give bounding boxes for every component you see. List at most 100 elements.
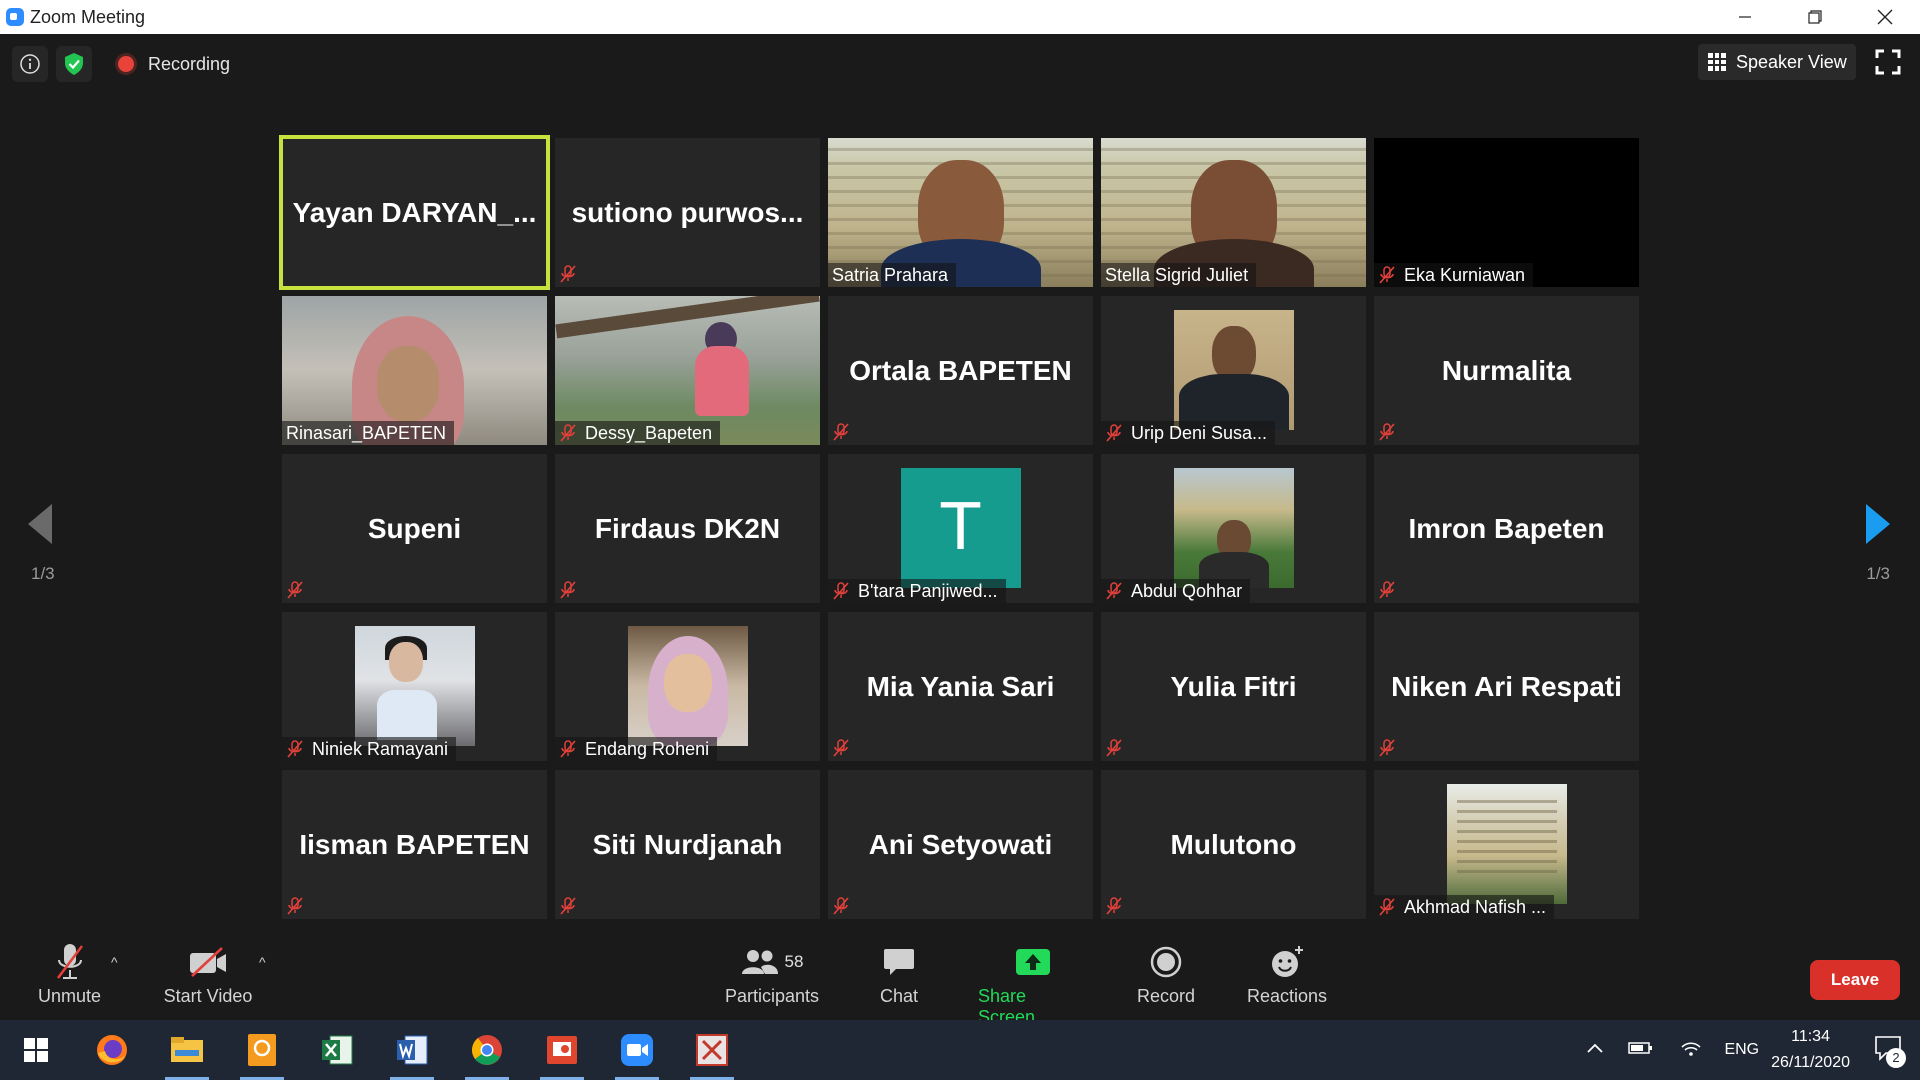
participant-tile-urip-deni-susa[interactable]: Urip Deni Susa... xyxy=(1101,296,1366,445)
participant-tile-ani-setyowati[interactable]: Ani Setyowati xyxy=(828,770,1093,919)
audio-options-caret-icon[interactable]: ^ xyxy=(111,954,118,970)
page-indicator-right: 1/3 xyxy=(1866,564,1890,583)
taskbar-word[interactable] xyxy=(390,1028,434,1080)
leave-meeting-button[interactable]: Leave xyxy=(1810,960,1900,1000)
participants-icon xyxy=(741,950,778,974)
muted-microphone-icon xyxy=(286,581,304,599)
restore-icon xyxy=(1808,10,1822,24)
minimize-button[interactable] xyxy=(1710,0,1780,34)
close-button[interactable] xyxy=(1850,0,1920,34)
taskbar-zoom[interactable] xyxy=(615,1028,659,1080)
participant-tile-endang-roheni[interactable]: Endang Roheni xyxy=(555,612,820,761)
taskbar-pdf-reader[interactable] xyxy=(690,1028,734,1080)
participant-tile-mulutono[interactable]: Mulutono xyxy=(1101,770,1366,919)
participant-name-label: Niniek Ramayani xyxy=(282,737,457,761)
security-button[interactable] xyxy=(56,46,92,82)
page-indicator-left: 1/3 xyxy=(31,564,55,583)
record-button[interactable]: Record xyxy=(1131,940,1201,1007)
title-bar: Zoom Meeting xyxy=(0,0,1920,34)
speaker-view-button[interactable]: Speaker View xyxy=(1698,44,1856,80)
participant-name: Dessy_Bapeten xyxy=(585,422,713,443)
chat-button[interactable]: Chat xyxy=(864,940,934,1007)
taskbar-chrome[interactable] xyxy=(465,1028,509,1080)
reactions-button[interactable]: Reactions xyxy=(1244,940,1330,1007)
muted-microphone-icon xyxy=(1378,266,1396,284)
participant-tile-stella-sigrid-juliet[interactable]: Stella Sigrid Juliet xyxy=(1101,138,1366,287)
meeting-info-button[interactable] xyxy=(12,46,48,82)
participant-grid: Yayan DARYAN_... sutiono purwos... Satria … xyxy=(279,135,1639,919)
participant-tile-nurmalita[interactable]: Nurmalita xyxy=(1374,296,1639,445)
participants-count: 58 xyxy=(784,952,804,971)
participant-tile-yayan-daryan[interactable]: Yayan DARYAN_... xyxy=(279,135,550,290)
taskbar-pdf-tool[interactable] xyxy=(240,1028,284,1080)
taskbar-clock[interactable]: 11:34 26/11/2020 xyxy=(1771,1024,1850,1076)
meeting-top-bar: Recording xyxy=(12,44,230,84)
recording-indicator[interactable]: Recording xyxy=(118,54,230,75)
language-indicator[interactable]: ENG xyxy=(1724,1041,1759,1059)
muted-microphone-icon xyxy=(559,265,577,283)
pdf-reader-icon xyxy=(696,1034,728,1066)
participant-tile-niniek-ramayani[interactable]: Niniek Ramayani xyxy=(282,612,547,761)
previous-page-button[interactable] xyxy=(26,502,54,551)
participant-name-large: Ani Setyowati xyxy=(868,828,1053,860)
participant-tile-mia-yania-sari[interactable]: Mia Yania Sari xyxy=(828,612,1093,761)
share-screen-button[interactable]: Share Screen xyxy=(978,940,1088,1028)
muted-microphone-icon xyxy=(559,424,577,442)
arrow-left-icon xyxy=(28,504,52,544)
clock-date: 26/11/2020 xyxy=(1771,1054,1850,1071)
participant-name-large: Ortala BAPETEN xyxy=(849,354,1072,386)
start-video-button[interactable]: Start Video xyxy=(158,940,258,1007)
participant-tile-b-tara-panjiwed[interactable]: T B'tara Panjiwed... xyxy=(828,454,1093,603)
muted-microphone-icon xyxy=(286,740,304,758)
participant-name-label: Satria Prahara xyxy=(828,263,957,287)
participant-tile-satria-prahara[interactable]: Satria Prahara xyxy=(828,138,1093,287)
unmute-button[interactable]: Unmute xyxy=(32,940,107,1007)
word-icon xyxy=(397,1035,428,1065)
participant-tile-akhmad-nafish[interactable]: Akhmad Nafish ... xyxy=(1374,770,1639,919)
taskbar-firefox[interactable] xyxy=(90,1028,134,1072)
participant-tile-iisman-bapeten[interactable]: Iisman BAPETEN xyxy=(282,770,547,919)
participant-name-label: Stella Sigrid Juliet xyxy=(1101,263,1257,287)
muted-microphone-icon xyxy=(1105,424,1123,442)
participant-tile-imron-bapeten[interactable]: Imron Bapeten xyxy=(1374,454,1639,603)
participant-tile-abdul-qohhar[interactable]: Abdul Qohhar xyxy=(1101,454,1366,603)
participant-name-label: Akhmad Nafish ... xyxy=(1374,895,1555,919)
wifi-icon[interactable] xyxy=(1680,1039,1702,1062)
participants-button[interactable]: 58 Participants xyxy=(722,940,822,1007)
participant-name-large: Supeni xyxy=(367,512,462,544)
taskbar-presentation[interactable] xyxy=(540,1028,584,1080)
participant-tile-ortala-bapeten[interactable]: Ortala BAPETEN xyxy=(828,296,1093,445)
participant-tile-siti-nurdjanah[interactable]: Siti Nurdjanah xyxy=(555,770,820,919)
participant-tile-supeni[interactable]: Supeni xyxy=(282,454,547,603)
muted-microphone-icon xyxy=(1378,898,1396,916)
system-tray: ENG 11:34 26/11/2020 2 xyxy=(1586,1020,1920,1080)
minimize-icon xyxy=(1739,16,1751,18)
reactions-icon xyxy=(1272,946,1303,977)
participant-tile-niken-ari-respati[interactable]: Niken Ari Respati xyxy=(1374,612,1639,761)
window-controls xyxy=(1710,0,1920,34)
notifications-button[interactable]: 2 xyxy=(1874,1035,1906,1068)
battery-icon[interactable] xyxy=(1628,1040,1654,1061)
participant-tile-dessy-bapeten[interactable]: Dessy_Bapeten xyxy=(555,296,820,445)
participant-name: Abdul Qohhar xyxy=(1131,580,1243,601)
participant-name-large: Firdaus DK2N xyxy=(594,512,781,544)
restore-button[interactable] xyxy=(1780,0,1850,34)
show-hidden-icons-chevron-icon[interactable] xyxy=(1586,1041,1604,1059)
participant-name-label: Endang Roheni xyxy=(555,737,718,761)
video-options-caret-icon[interactable]: ^ xyxy=(259,954,266,970)
participant-name: Rinasari_BAPETEN xyxy=(286,422,447,443)
fullscreen-button[interactable] xyxy=(1874,48,1902,76)
windows-start-button[interactable] xyxy=(14,1028,58,1072)
taskbar-file-explorer[interactable] xyxy=(165,1028,209,1080)
participant-tile-rinasari-bapeten[interactable]: Rinasari_BAPETEN xyxy=(282,296,547,445)
next-page-button[interactable] xyxy=(1864,502,1892,551)
taskbar-excel[interactable] xyxy=(315,1028,359,1072)
chat-icon xyxy=(884,949,914,975)
participant-tile-eka-kurniawan[interactable]: Eka Kurniawan xyxy=(1374,138,1639,287)
participant-name-large: Yulia Fitri xyxy=(1170,670,1297,702)
participant-tile-firdaus-dk2n[interactable]: Firdaus DK2N xyxy=(555,454,820,603)
participant-tile-sutiono-purwos[interactable]: sutiono purwos... xyxy=(555,138,820,287)
participant-tile-yulia-fitri[interactable]: Yulia Fitri xyxy=(1101,612,1366,761)
avatar-initial: T xyxy=(900,468,1021,588)
participant-name: Endang Roheni xyxy=(585,738,710,759)
